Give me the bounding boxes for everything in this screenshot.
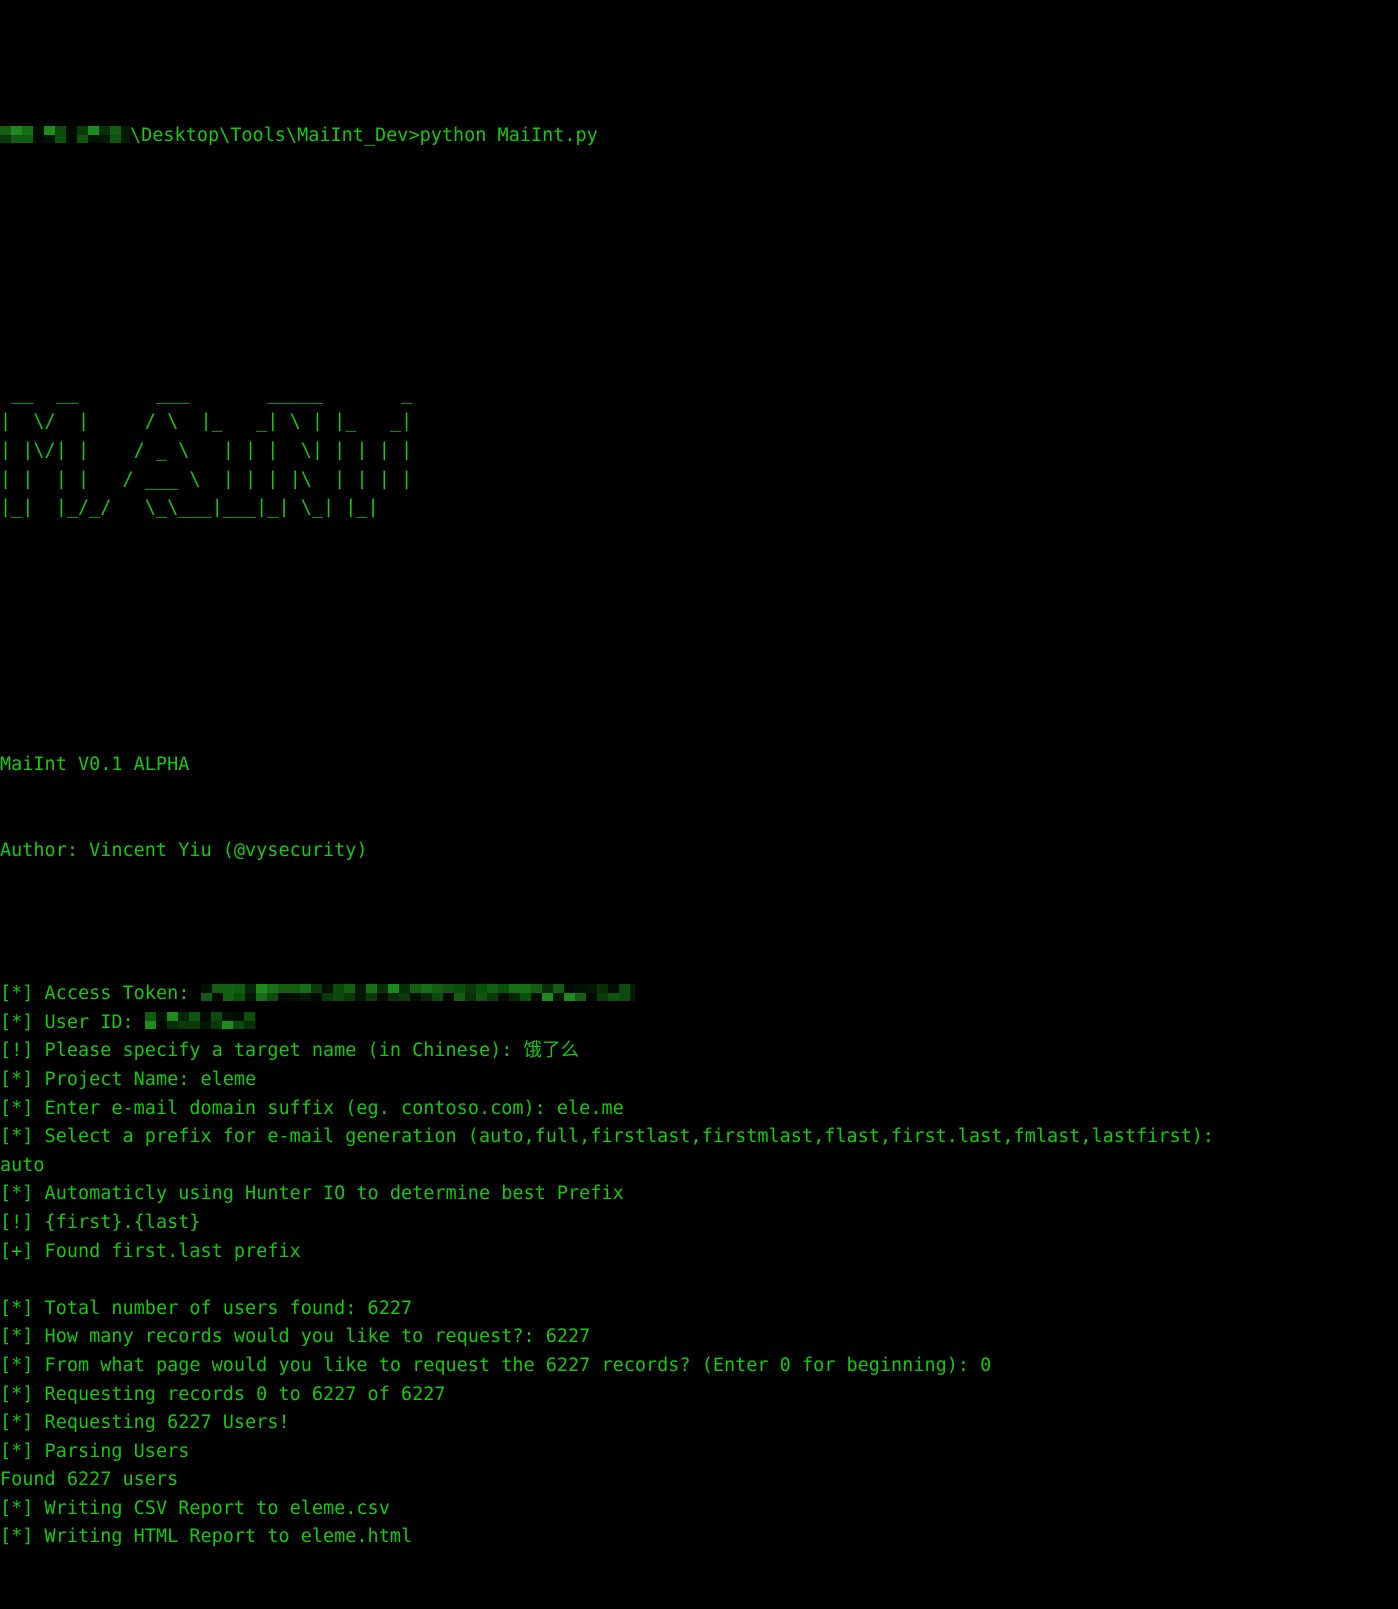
log-text: Automaticly using Hunter IO to determine…: [33, 1183, 624, 1205]
log-tag: [*]: [0, 1497, 34, 1519]
log-text: Select a prefix for e-mail generation (a…: [33, 1126, 1215, 1148]
log-text: Requesting 6227 Users!: [33, 1412, 290, 1434]
log-tag: [*]: [0, 1068, 34, 1090]
redacted-value: [144, 1012, 256, 1030]
log-line: [!] {first}.{last}: [0, 1209, 1398, 1238]
log-text: How many records would you like to reque…: [33, 1326, 591, 1348]
log-line: [*] Writing CSV Report to eleme.csv: [0, 1495, 1398, 1524]
log-line: [*] How many records would you like to r…: [0, 1323, 1398, 1352]
log-value: 饿了么: [523, 1040, 580, 1062]
log-line: [*] Project Name: eleme: [0, 1066, 1398, 1095]
command-prompt-line: \Desktop\Tools\MaiInt_Dev>python MaiInt.…: [0, 122, 1398, 151]
log-text: Writing HTML Report to eleme.html: [33, 1526, 413, 1548]
log-line: [*] Automaticly using Hunter IO to deter…: [0, 1180, 1398, 1209]
log-line: [*] Access Token:: [0, 980, 1398, 1009]
prompt-path-suffix: \Desktop\Tools\MaiInt_Dev>: [130, 125, 420, 147]
log-line: [+] Found first.last prefix: [0, 1238, 1398, 1267]
log-text: User ID:: [33, 1011, 145, 1033]
log-text: Project Name: eleme: [33, 1068, 257, 1090]
log-line: [*] Writing HTML Report to eleme.html: [0, 1523, 1398, 1552]
log-tag: [*]: [0, 983, 34, 1005]
log-text: auto: [0, 1154, 45, 1176]
log-line: [*] Enter e-mail domain suffix (eg. cont…: [0, 1095, 1398, 1124]
ascii-art-banner: __ __ ___ _____ _ | \/ | / \ |_ _| \ | |…: [0, 382, 413, 519]
log-text: {first}.{last}: [33, 1211, 201, 1233]
log-text: Please specify a target name (in Chinese…: [33, 1040, 524, 1062]
log-line: [*] Requesting 6227 Users!: [0, 1409, 1398, 1438]
log-line: auto: [0, 1152, 1398, 1181]
log-text: Writing CSV Report to eleme.csv: [33, 1497, 390, 1519]
log-line: [*] Parsing Users: [0, 1438, 1398, 1467]
log-text: Total number of users found: 6227: [33, 1297, 413, 1319]
log-tag: [*]: [0, 1097, 34, 1119]
log-line: Found 6227 users: [0, 1466, 1398, 1495]
redacted-value: [200, 983, 635, 1001]
log-tag: [*]: [0, 1440, 34, 1462]
log-tag: [*]: [0, 1326, 34, 1348]
log-tag: [!]: [0, 1211, 34, 1233]
version-line: MaiInt V0.1 ALPHA: [0, 754, 190, 776]
log-line: [!] Please specify a target name (in Chi…: [0, 1037, 1398, 1066]
terminal-window: \Desktop\Tools\MaiInt_Dev>python MaiInt.…: [0, 0, 1398, 1547]
log-text: Found 6227 users: [0, 1469, 179, 1491]
log-line: [*] User ID:: [0, 1009, 1398, 1038]
log-line: [*] Select a prefix for e-mail generatio…: [0, 1123, 1398, 1152]
log-tag: [*]: [0, 1297, 34, 1319]
log-text: Found first.last prefix: [33, 1240, 301, 1262]
log-tag: [*]: [0, 1011, 34, 1033]
log-tag: [*]: [0, 1526, 34, 1548]
log-text: Parsing Users: [33, 1440, 190, 1462]
log-line: [*] From what page would you like to req…: [0, 1352, 1398, 1381]
log-tag: [!]: [0, 1040, 34, 1062]
log-tag: [*]: [0, 1126, 34, 1148]
log-text: From what page would you like to request…: [33, 1354, 992, 1376]
log-tag: [+]: [0, 1240, 34, 1262]
redacted-user-path: [0, 125, 130, 143]
log-tag: [*]: [0, 1412, 34, 1434]
log-line: [*] Requesting records 0 to 6227 of 6227: [0, 1381, 1398, 1410]
log-tag: [*]: [0, 1383, 34, 1405]
log-text: Requesting records 0 to 6227 of 6227: [33, 1383, 446, 1405]
log-tag: [*]: [0, 1183, 34, 1205]
log-tag: [*]: [0, 1354, 34, 1376]
log-text: Enter e-mail domain suffix (eg. contoso.…: [33, 1097, 624, 1119]
log-line: [*] Total number of users found: 6227: [0, 1295, 1398, 1324]
log-output: [*] Access Token: [*] User ID: [!] Pleas…: [0, 980, 1398, 1552]
log-text: Access Token:: [33, 983, 201, 1005]
prompt-command: python MaiInt.py: [419, 125, 598, 147]
